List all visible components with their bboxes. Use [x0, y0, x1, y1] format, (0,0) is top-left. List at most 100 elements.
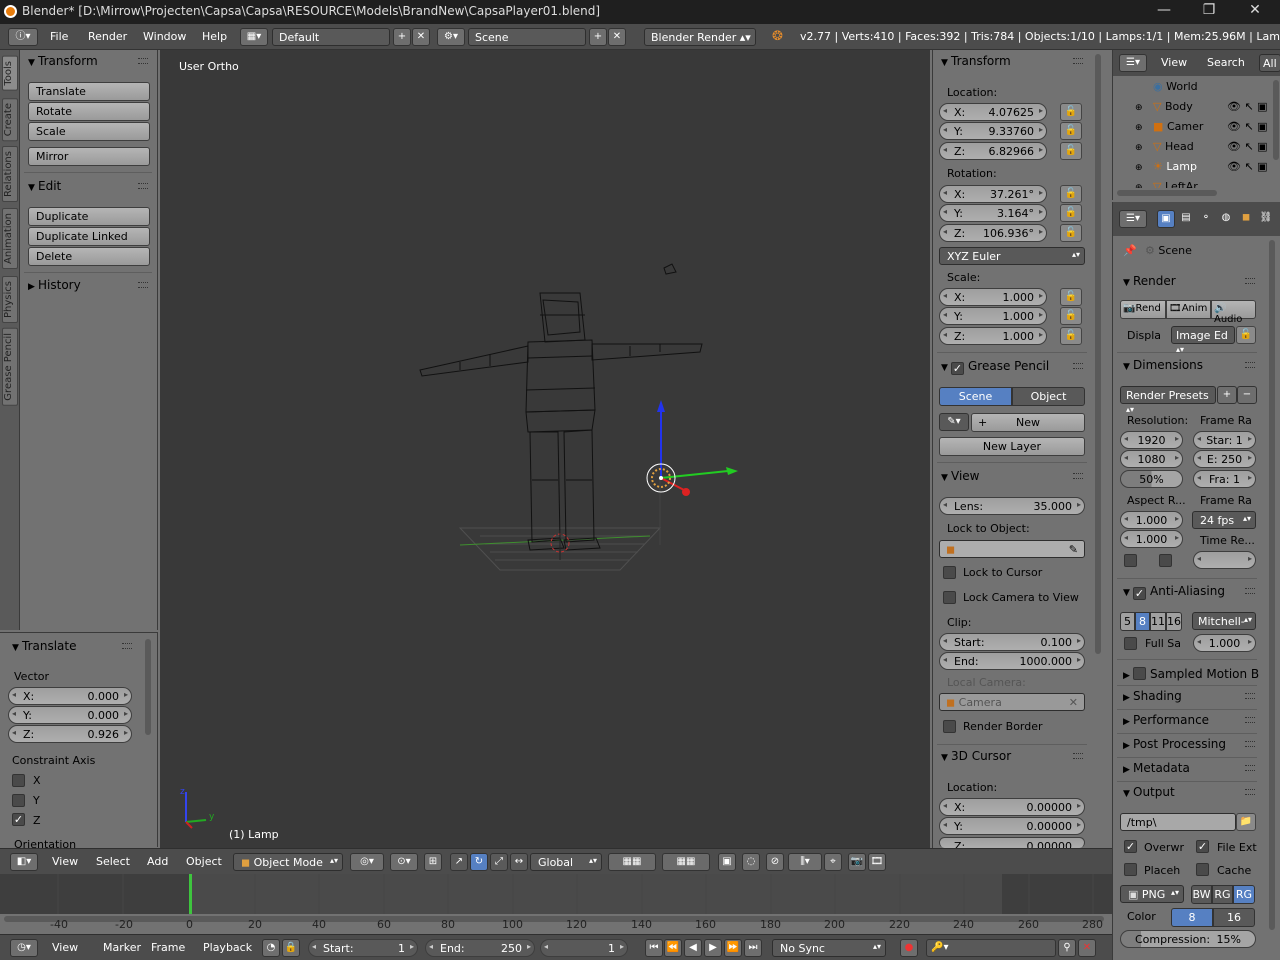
- color-mode-rgba[interactable]: RG: [1233, 885, 1255, 904]
- menu-render[interactable]: Render: [88, 30, 127, 43]
- timeline-editor-type-icon[interactable]: ◷▾: [10, 939, 38, 957]
- menu-help[interactable]: Help: [202, 30, 227, 43]
- file-browse-icon[interactable]: 📁: [1236, 813, 1256, 831]
- transform-manipulator-icon[interactable]: ↔: [510, 853, 528, 871]
- layers-grid-b-icon[interactable]: ▦▦: [662, 853, 710, 871]
- viewport-select-menu[interactable]: Select: [96, 855, 130, 868]
- display-mode-select[interactable]: Image Ed ▴▾: [1171, 326, 1235, 354]
- sync-mode-select[interactable]: No Sync ▴▾: [772, 939, 886, 957]
- vector-y-field[interactable]: ◂ Y: 0.000 ▸: [8, 706, 132, 724]
- anti-aliasing-panel-header[interactable]: ▼ ✓ Anti-Aliasing: [1119, 582, 1259, 602]
- transform-orientation-select[interactable]: Global ▴▾: [530, 853, 602, 871]
- render-layers-tab-icon[interactable]: ▤: [1177, 210, 1195, 228]
- play-icon[interactable]: ▶: [704, 939, 722, 957]
- resolution-y-field[interactable]: ◂ 1080 ▸: [1120, 450, 1183, 468]
- keying-set-field[interactable]: 🔑▾: [926, 939, 1056, 957]
- resolution-x-field[interactable]: ◂ 1920 ▸: [1120, 431, 1183, 449]
- shading-panel-header[interactable]: ▶ Shading: [1119, 687, 1259, 707]
- mirror-button[interactable]: Mirror: [28, 147, 150, 166]
- constraint-y-checkbox[interactable]: [12, 794, 25, 807]
- outliner-item-camera[interactable]: ⊕ ■ Camer 👁 ↖ ▣: [1135, 120, 1273, 133]
- location-y-field[interactable]: ◂ Y: 9.33760 ▸: [939, 122, 1047, 140]
- tab-tools[interactable]: Tools: [2, 56, 18, 91]
- jump-keyframe-forward-icon[interactable]: ⏩: [724, 939, 742, 957]
- color-depth-8[interactable]: 8: [1171, 908, 1213, 927]
- play-reverse-icon[interactable]: ◀: [684, 939, 702, 957]
- viewport-object-menu[interactable]: Object: [186, 855, 222, 868]
- 3d-viewport[interactable]: User Ortho y z (1) Lamp: [160, 50, 930, 848]
- render-image-button[interactable]: 📷Rend: [1120, 300, 1166, 319]
- timeline-view-menu[interactable]: View: [52, 941, 78, 954]
- properties-editor-icon[interactable]: ☰▾: [1119, 210, 1147, 228]
- dimensions-panel-header[interactable]: ▼ Dimensions: [1119, 356, 1259, 376]
- constraint-z-checkbox[interactable]: ✓: [12, 813, 25, 826]
- cursor-z-field[interactable]: Z: 0.00000: [939, 837, 1085, 848]
- lens-field[interactable]: ◂ Lens: 35.000 ▸: [939, 497, 1085, 515]
- aspect-y-field[interactable]: ◂ 1.000 ▸: [1120, 530, 1183, 548]
- tab-create[interactable]: Create: [2, 98, 18, 142]
- lock-rotation-x-icon[interactable]: 🔓: [1060, 185, 1082, 203]
- frame-end-field[interactable]: ◂ E: 250 ▸: [1193, 450, 1256, 468]
- outliner-item-body[interactable]: ⊕ ▽ Body 👁 ↖ ▣: [1135, 100, 1273, 113]
- render-animation-button[interactable]: 🎞Anim: [1166, 300, 1211, 319]
- border-checkbox[interactable]: [1124, 554, 1137, 567]
- jump-end-icon[interactable]: ⏭: [744, 939, 762, 957]
- record-icon[interactable]: ●: [900, 939, 918, 957]
- lock-scale-y-icon[interactable]: 🔓: [1060, 307, 1082, 325]
- lock-camera-checkbox[interactable]: [943, 591, 956, 604]
- view-panel-header[interactable]: ▼ View: [937, 467, 1087, 487]
- gp-brush-icon[interactable]: ✎▾: [939, 413, 969, 431]
- output-path-field[interactable]: /tmp\: [1120, 813, 1236, 831]
- cursor-x-field[interactable]: ◂ X: 0.00000 ▸: [939, 798, 1085, 816]
- scene-tab-icon[interactable]: ⚬: [1197, 210, 1215, 228]
- add-layout-icon[interactable]: +: [393, 28, 411, 46]
- preview-range-icon[interactable]: ◔: [262, 939, 280, 957]
- render-border-checkbox[interactable]: [943, 720, 956, 733]
- scene-field[interactable]: Scene: [468, 28, 586, 46]
- lock-rotation-y-icon[interactable]: 🔓: [1060, 204, 1082, 222]
- lock-layers-icon[interactable]: ▣: [718, 853, 736, 871]
- color-mode-rgb[interactable]: RG: [1212, 885, 1233, 904]
- metadata-panel-header[interactable]: ▶ Metadata: [1119, 759, 1259, 779]
- outliner-search-menu[interactable]: Search: [1207, 56, 1245, 69]
- render-engine-select[interactable]: Blender Render ▴▾: [644, 28, 756, 46]
- world-tab-icon[interactable]: ◍: [1217, 210, 1235, 228]
- duplicate-button[interactable]: Duplicate: [28, 207, 150, 226]
- rotation-mode-select[interactable]: XYZ Euler ▴▾: [939, 247, 1085, 265]
- current-frame-indicator[interactable]: [189, 874, 192, 916]
- viewport-editor-type-icon[interactable]: ◧▾: [10, 853, 38, 871]
- timeline-start-field[interactable]: ◂ Start: 1 ▸: [308, 939, 418, 957]
- transform-manipulator[interactable]: [646, 400, 738, 496]
- location-z-field[interactable]: ◂ Z: 6.82966 ▸: [939, 142, 1047, 160]
- screen-layout-icon[interactable]: ▦▾: [240, 28, 268, 46]
- timeline-marker-menu[interactable]: Marker: [103, 941, 141, 954]
- jump-keyframe-back-icon[interactable]: ⏪: [664, 939, 682, 957]
- rotation-z-field[interactable]: ◂ Z: 106.936° ▸: [939, 224, 1047, 242]
- proportional-edit-icon[interactable]: ◌: [742, 853, 760, 871]
- close-button[interactable]: ✕: [1235, 2, 1275, 18]
- outliner-hscrollbar[interactable]: [1117, 190, 1217, 196]
- cursor-y-field[interactable]: ◂ Y: 0.00000 ▸: [939, 817, 1085, 835]
- timeline-playback-menu[interactable]: Playback: [203, 941, 252, 954]
- redo-scrollbar[interactable]: [145, 639, 151, 735]
- motion-blur-panel-header[interactable]: ▶ Sampled Motion Bl: [1119, 663, 1259, 683]
- aa-samples-16[interactable]: 16: [1166, 612, 1182, 631]
- aa-samples-5[interactable]: 5: [1120, 612, 1135, 631]
- viewport-shading-icon[interactable]: ◎▾: [350, 853, 384, 871]
- constraints-tab-icon[interactable]: ⛓: [1257, 210, 1275, 228]
- screen-layout-field[interactable]: Default: [272, 28, 390, 46]
- translate-button[interactable]: Translate: [28, 82, 150, 101]
- grease-pencil-checkbox[interactable]: ✓: [951, 362, 964, 375]
- snap-element-icon[interactable]: ⫼▾: [788, 853, 822, 871]
- opengl-animation-icon[interactable]: 🎞: [868, 853, 886, 871]
- gp-scene-toggle[interactable]: Scene: [939, 387, 1012, 406]
- menu-window[interactable]: Window: [143, 30, 186, 43]
- maximize-button[interactable]: ❐: [1189, 2, 1229, 18]
- rotate-button[interactable]: Rotate: [28, 102, 150, 121]
- lock-location-y-icon[interactable]: 🔓: [1060, 122, 1082, 140]
- rotate-manipulator-icon[interactable]: ↻: [470, 853, 488, 871]
- viewport-view-menu[interactable]: View: [52, 855, 78, 868]
- aa-filter-size-field[interactable]: ◂ 1.000 ▸: [1193, 634, 1256, 652]
- opengl-render-icon[interactable]: 📷: [848, 853, 866, 871]
- full-sample-checkbox[interactable]: [1124, 637, 1137, 650]
